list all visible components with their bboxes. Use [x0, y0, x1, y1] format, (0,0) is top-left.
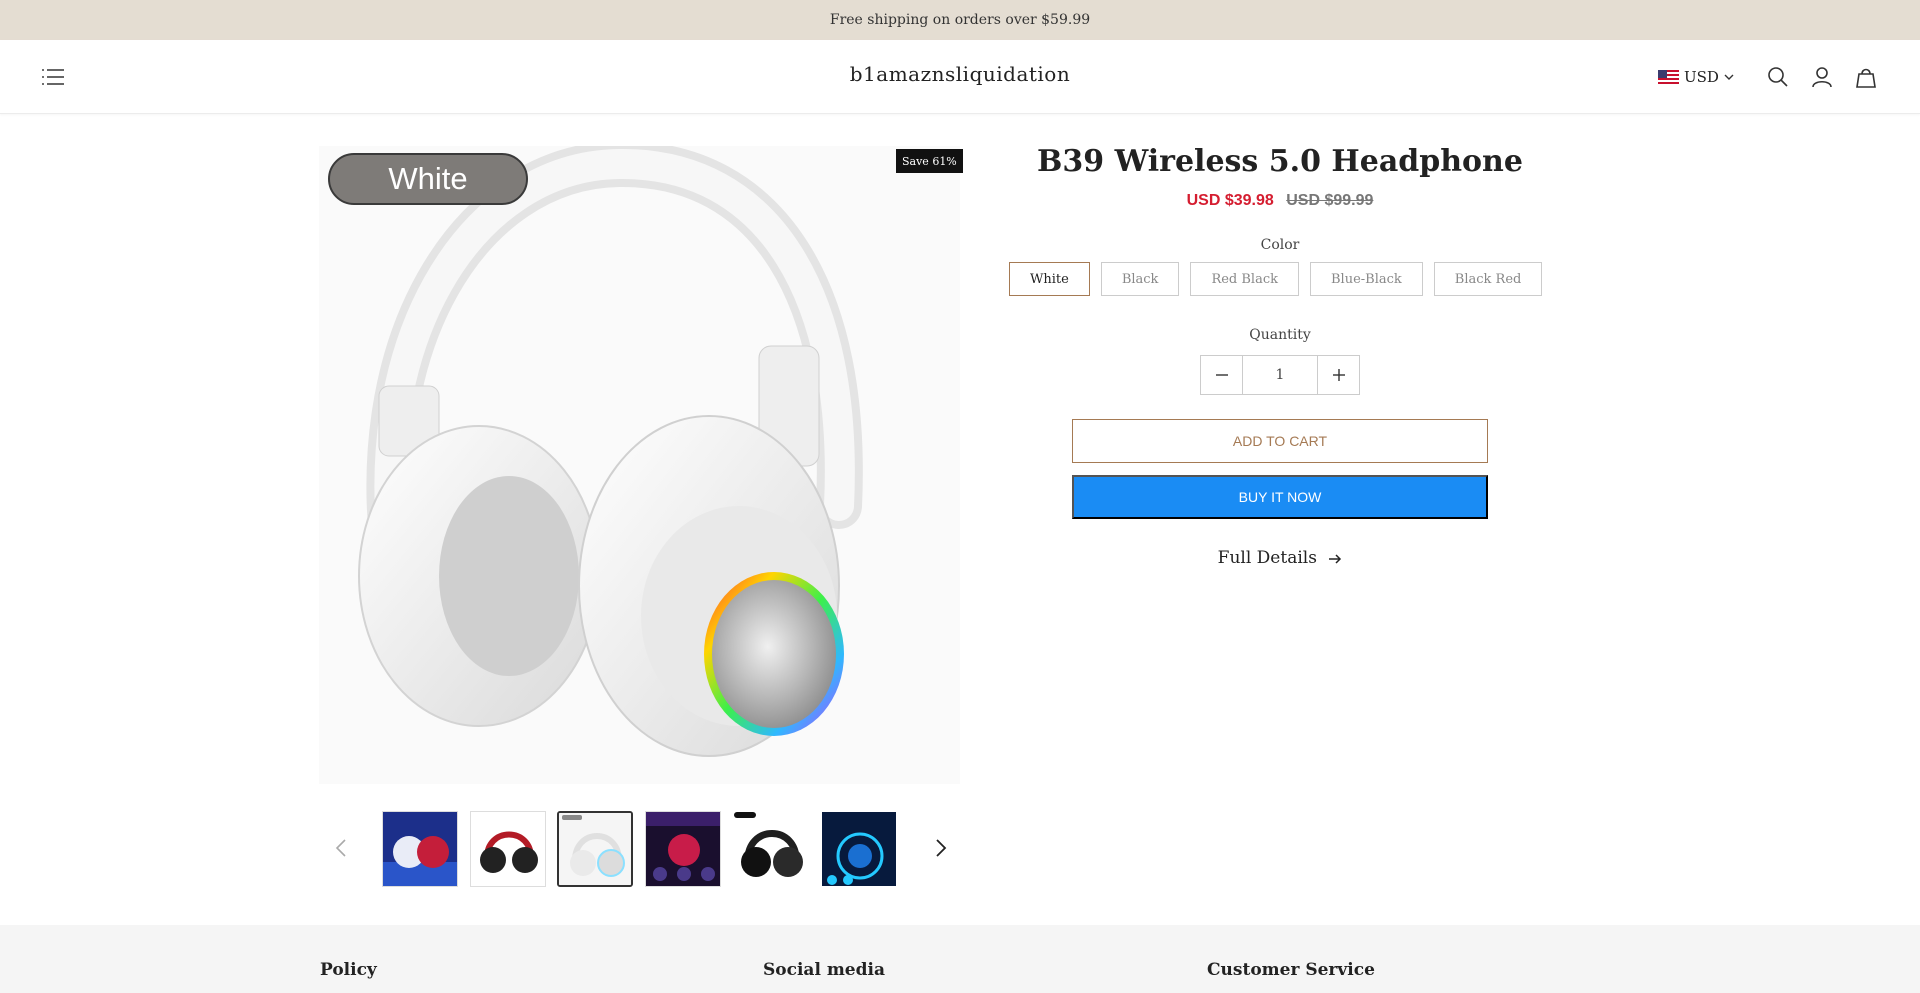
full-details-link[interactable]: Full Details	[1000, 548, 1560, 569]
currency-selector[interactable]: USD	[1658, 64, 1734, 90]
quantity-input[interactable]	[1242, 356, 1318, 394]
brand-logo[interactable]: b1amaznsliquidation	[850, 62, 1070, 86]
chevron-down-icon	[1724, 68, 1734, 86]
color-options: White Black Red Black Blue-Black Black R…	[1009, 262, 1543, 296]
currency-code: USD	[1684, 68, 1719, 86]
chevron-left-icon[interactable]	[330, 830, 352, 866]
thumbnail[interactable]	[821, 811, 897, 887]
plus-icon[interactable]	[1318, 356, 1359, 394]
sale-price: USD $39.98	[1186, 192, 1274, 209]
thumbnail[interactable]	[470, 811, 546, 887]
headphone-image	[358, 146, 863, 757]
product-main-image[interactable]: White	[319, 146, 960, 784]
product-title: B39 Wireless 5.0 Headphone	[1037, 144, 1523, 179]
color-label: Color	[1260, 237, 1300, 253]
search-icon[interactable]	[1764, 63, 1792, 91]
save-badge: Save 61%	[896, 149, 963, 173]
announcement-bar: Free shipping on orders over $59.99	[0, 0, 1920, 40]
thumbnail[interactable]	[645, 811, 721, 887]
announcement-text: Free shipping on orders over $59.99	[829, 12, 1091, 28]
shopping-bag-icon[interactable]	[1852, 63, 1880, 91]
thumbnail-carousel	[330, 808, 950, 888]
footer-heading-policy: Policy	[320, 960, 377, 980]
full-details-label: Full Details	[1217, 548, 1317, 568]
color-option-blue-black[interactable]: Blue-Black	[1310, 262, 1423, 296]
hamburger-menu-icon[interactable]	[40, 64, 66, 90]
color-option-black-red[interactable]: Black Red	[1433, 262, 1543, 296]
site-footer: Policy Social media Customer Service	[0, 925, 1920, 993]
footer-heading-social-media: Social media	[763, 960, 885, 980]
color-option-black[interactable]: Black	[1100, 262, 1180, 296]
color-option-red-black[interactable]: Red Black	[1190, 262, 1299, 296]
arrow-right-icon	[1328, 549, 1342, 569]
add-to-cart-button[interactable]: ADD TO CART	[1072, 419, 1488, 463]
account-icon[interactable]	[1808, 63, 1836, 91]
price-block: USD $39.98 USD $99.99	[1000, 192, 1560, 210]
quantity-stepper	[1200, 355, 1360, 395]
quantity-label: Quantity	[1249, 327, 1311, 343]
footer-heading-customer-service: Customer Service	[1207, 960, 1375, 980]
minus-icon[interactable]	[1201, 356, 1242, 394]
thumbnail[interactable]	[382, 811, 458, 887]
compare-price: USD $99.99	[1286, 192, 1374, 209]
us-flag-icon	[1658, 70, 1679, 84]
thumbnail[interactable]	[557, 811, 633, 887]
thumbnail[interactable]	[733, 811, 809, 887]
site-header: b1amaznsliquidation USD	[0, 40, 1920, 114]
buy-it-now-button[interactable]: BUY IT NOW	[1072, 475, 1488, 519]
chevron-right-icon[interactable]	[930, 830, 952, 866]
color-option-white[interactable]: White	[1009, 262, 1090, 296]
variant-image-label: White	[328, 153, 528, 205]
